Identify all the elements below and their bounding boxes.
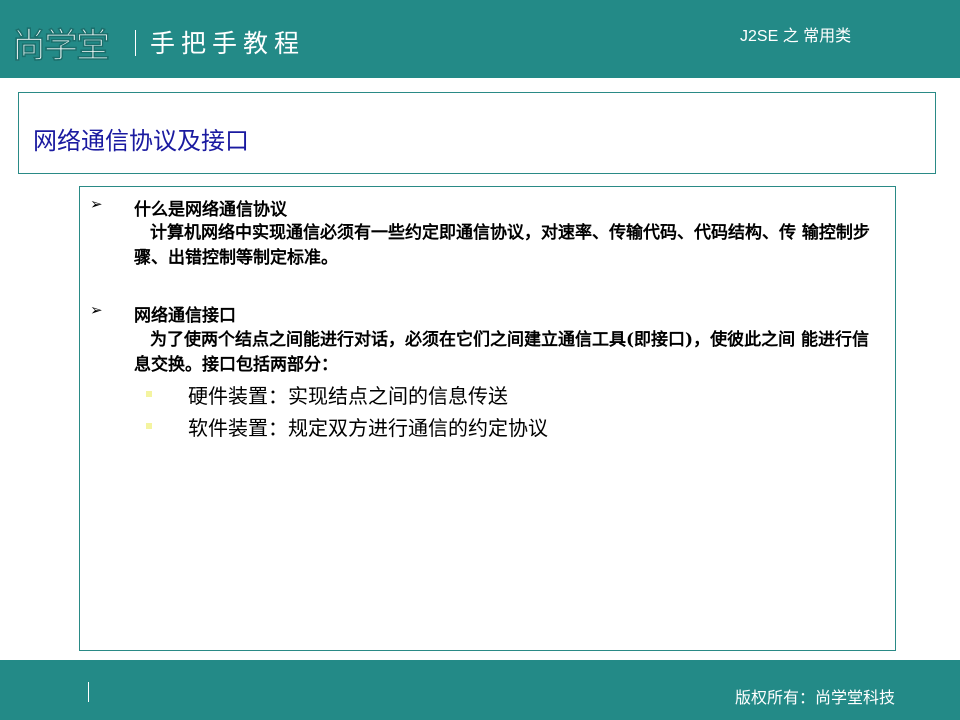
logo: 尚学堂 bbox=[12, 26, 111, 67]
divider bbox=[88, 682, 89, 702]
divider bbox=[135, 30, 136, 56]
section-heading: 网络通信接口 bbox=[134, 306, 236, 326]
list-item: 软件装置：规定双方进行通信的约定协议 bbox=[188, 416, 548, 440]
header-bar: 尚学堂 手把手教程 J2SE 之 常用类 bbox=[0, 0, 960, 78]
list-item: 硬件装置：实现结点之间的信息传送 bbox=[188, 384, 508, 408]
slide-title: 网络通信协议及接口 bbox=[33, 127, 249, 155]
footer-bar: 版权所有：尚学堂科技 bbox=[0, 660, 960, 720]
section-text: 为了使两个结点之间能进行对话，必须在它们之间建立通信工具(即接口)，使彼此之间 … bbox=[134, 330, 870, 375]
section-text: 计算机网络中实现通信必须有一些约定即通信协议，对速率、传输代码、代码结构、传 输… bbox=[134, 223, 870, 268]
section-heading: 什么是网络通信协议 bbox=[134, 200, 287, 220]
title-box: 网络通信协议及接口 bbox=[18, 92, 936, 174]
square-bullet-icon bbox=[146, 391, 152, 397]
tagline: 手把手教程 bbox=[150, 29, 306, 58]
arrow-bullet-icon: ➢ bbox=[90, 301, 103, 319]
content-box: ➢ 什么是网络通信协议 计算机网络中实现通信必须有一些约定即通信协议，对速率、传… bbox=[79, 186, 896, 651]
course-title: J2SE 之 常用类 bbox=[740, 28, 852, 45]
arrow-bullet-icon: ➢ bbox=[90, 195, 103, 213]
copyright: 版权所有：尚学堂科技 bbox=[735, 688, 896, 707]
square-bullet-icon bbox=[146, 423, 152, 429]
